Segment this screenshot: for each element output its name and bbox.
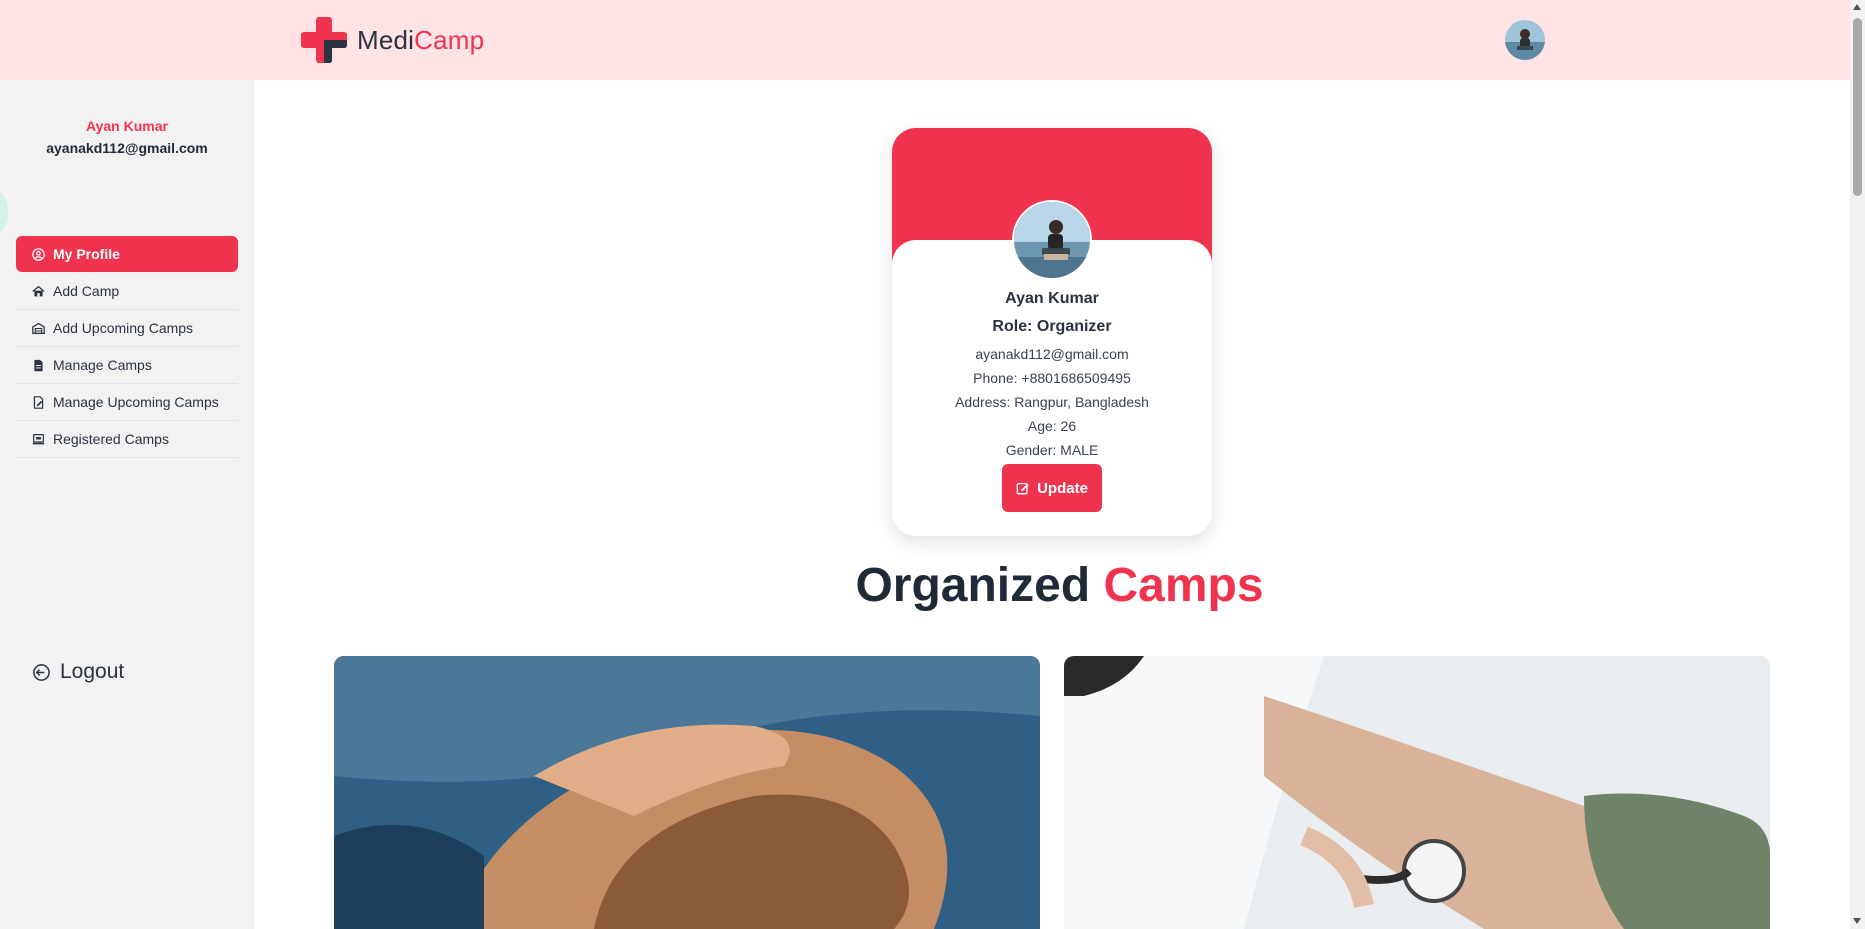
sidebar-menu: My Profile Add Camp Add Upcoming Camps M…: [16, 236, 238, 458]
document-icon: [34, 359, 43, 371]
logout-button[interactable]: Logout: [32, 660, 124, 684]
warehouse-icon: [32, 322, 45, 334]
profile-email: ayanakd112@gmail.com: [975, 346, 1129, 362]
camp-card-image[interactable]: [334, 656, 1040, 929]
edit-icon: [1016, 482, 1029, 495]
sidebar-item-label: Add Upcoming Camps: [53, 320, 194, 336]
section-title-accent: Camps: [1103, 559, 1264, 612]
logo-accent: Camp: [414, 24, 485, 55]
sidebar-item-label: Registered Camps: [53, 431, 169, 447]
profile-phone: Phone: +8801686509495: [973, 370, 1131, 386]
profile-name: Ayan Kumar: [1005, 290, 1099, 307]
sidebar-item-add-upcoming-camps[interactable]: Add Upcoming Camps: [16, 310, 238, 347]
decorative-dot: [0, 192, 8, 232]
scroll-down-icon[interactable]: [1853, 918, 1861, 924]
logout-label: Logout: [60, 660, 125, 683]
logo-text: MediCamp: [357, 25, 484, 56]
sidebar-item-registered-camps[interactable]: Registered Camps: [16, 421, 238, 458]
sidebar-user-email: ayanakd112@gmail.com: [46, 140, 208, 156]
sidebar-item-label: Add Camp: [53, 283, 120, 299]
sidebar-user-name: Ayan Kumar: [86, 118, 168, 134]
home-icon: [32, 285, 45, 296]
scroll-up-icon[interactable]: [1853, 4, 1861, 10]
sidebar-item-add-camp[interactable]: Add Camp: [16, 273, 238, 310]
sidebar-user-info: Ayan Kumar ayanakd112@gmail.com: [0, 118, 254, 156]
update-button-label: Update: [1037, 479, 1088, 497]
profile-gender: Gender: MALE: [1005, 442, 1099, 458]
profile-avatar: [1012, 200, 1092, 280]
page-scrollbar[interactable]: [1850, 0, 1865, 929]
avatar[interactable]: [1505, 20, 1545, 60]
logout-icon: [33, 663, 50, 681]
sidebar: Ayan Kumar ayanakd112@gmail.com My Profi…: [0, 80, 254, 929]
logo[interactable]: MediCamp: [301, 17, 484, 63]
profile-address: Address: Rangpur, Bangladesh: [955, 394, 1149, 410]
medical-cross-icon: [301, 17, 347, 63]
sidebar-item-manage-upcoming-camps[interactable]: Manage Upcoming Camps: [16, 384, 238, 421]
sidebar-item-label: My Profile: [53, 246, 120, 262]
profile-age: Age: 26: [1027, 418, 1077, 434]
section-title-prefix: Organized: [855, 559, 1091, 612]
sidebar-item-my-profile[interactable]: My Profile: [16, 236, 238, 272]
user-circle-icon: [32, 247, 45, 261]
update-button[interactable]: Update: [1002, 464, 1102, 512]
scrollbar-thumb[interactable]: [1853, 18, 1862, 196]
sidebar-item-label: Manage Camps: [53, 357, 152, 373]
laptop-icon: [32, 433, 45, 444]
top-header: MediCamp: [0, 0, 1865, 80]
camp-card-image[interactable]: [1064, 656, 1770, 929]
section-title: Organized Camps: [254, 558, 1865, 613]
profile-card: Ayan Kumar Role: Organizer ayanakd112@gm…: [892, 128, 1212, 536]
sidebar-item-label: Manage Upcoming Camps: [53, 394, 219, 410]
logo-prefix: Medi: [357, 24, 415, 55]
sidebar-item-manage-camps[interactable]: Manage Camps: [16, 347, 238, 384]
edit-document-icon: [33, 395, 44, 409]
profile-role: Role: Organizer: [992, 318, 1112, 335]
